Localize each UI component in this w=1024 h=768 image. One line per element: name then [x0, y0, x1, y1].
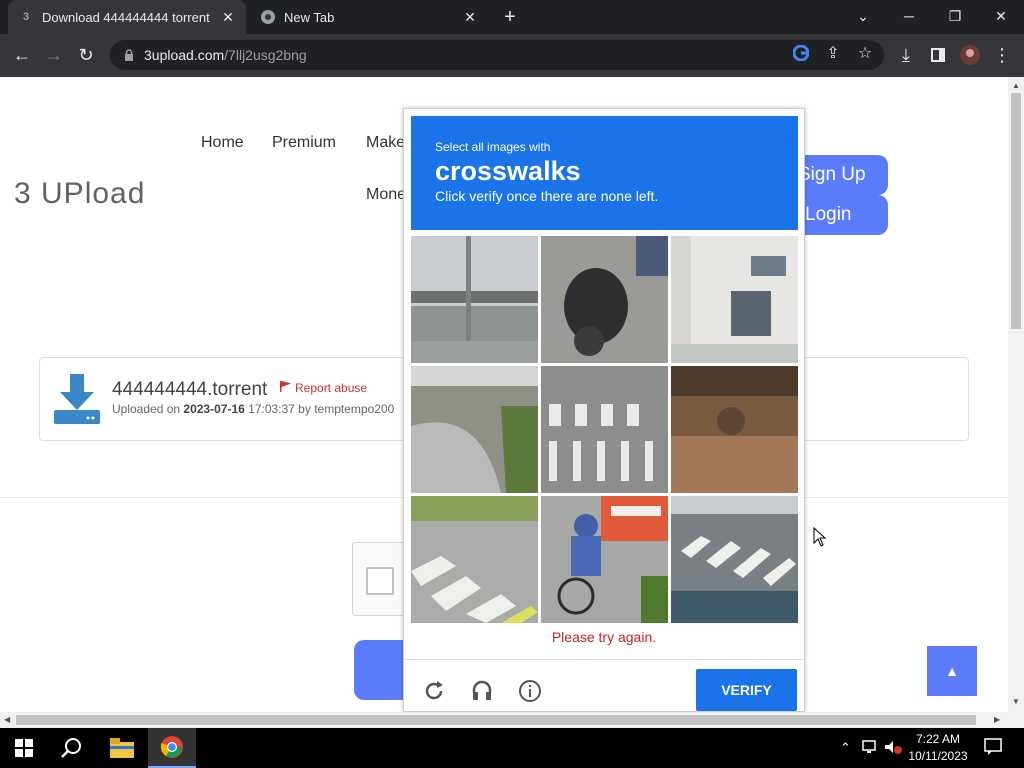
tab-title: New Tab [284, 9, 335, 25]
scroll-up-arrow-icon[interactable]: ▲ [1012, 81, 1020, 90]
horizontal-scrollbar[interactable]: ◀ ▶ [0, 712, 1024, 728]
challenge-tile-7[interactable] [411, 496, 538, 623]
info-icon[interactable] [516, 677, 544, 705]
scroll-left-arrow-icon[interactable]: ◀ [4, 715, 10, 724]
site-favicon: 3 [22, 11, 30, 23]
challenge-error: Please try again. [551, 629, 657, 645]
tab-search-icon[interactable]: ⌄ [840, 0, 886, 32]
lock-icon [122, 48, 136, 62]
challenge-tile-2[interactable] [541, 236, 668, 363]
scroll-to-top-button[interactable]: ▲ [927, 646, 977, 696]
file-name: 444444444.torrent [112, 379, 268, 400]
site-logo[interactable]: 3 UPload [14, 177, 145, 211]
recaptcha-checkbox[interactable] [366, 567, 394, 595]
reload-icon[interactable]: ↻ [72, 41, 100, 69]
windows-taskbar: ⌃ 7:22 AM 10/11/2023 [0, 728, 1024, 768]
verify-label: VERIFY [721, 682, 772, 698]
tab-download[interactable]: 3 Download 444444444 torrent ✕ [8, 0, 246, 34]
tray-chevron-icon[interactable]: ⌃ [840, 740, 851, 756]
taskbar-clock[interactable]: 7:22 AM 10/11/2023 [906, 731, 970, 765]
nav-money[interactable]: Mone [366, 186, 406, 204]
menu-kebab-icon[interactable]: ⋮ [988, 41, 1016, 69]
network-icon[interactable] [862, 740, 880, 757]
challenge-tile-9[interactable] [671, 496, 798, 623]
nav-make[interactable]: Make [366, 134, 405, 152]
notifications-icon[interactable] [984, 738, 1002, 759]
close-window-icon[interactable]: ✕ [978, 0, 1024, 32]
google-icon[interactable] [788, 40, 814, 66]
browser-tab-strip: 3 Download 444444444 torrent ✕ New Tab ✕… [0, 0, 1024, 34]
challenge-tile-4[interactable] [411, 366, 538, 493]
new-tab-button[interactable]: + [498, 5, 522, 29]
verify-button[interactable]: VERIFY [696, 669, 797, 711]
bookmark-star-icon[interactable]: ☆ [852, 40, 878, 66]
tab-new[interactable]: New Tab ✕ [250, 0, 488, 34]
challenge-tile-3[interactable] [671, 236, 798, 363]
challenge-target: crosswalks [435, 156, 581, 186]
challenge-tile-8[interactable] [541, 496, 668, 623]
download-icon[interactable]: ⤓ [892, 41, 920, 69]
challenge-header: Select all images with crosswalks Click … [411, 116, 798, 230]
chrome-taskbar-icon[interactable] [148, 728, 196, 768]
challenge-instruction: Select all images with [435, 140, 551, 154]
vertical-scrollbar[interactable]: ▲ ▼ [1008, 77, 1024, 712]
forward-icon[interactable]: → [40, 41, 68, 69]
url-text: 3upload.com/7llj2usg2bng [144, 47, 307, 63]
start-button[interactable] [0, 728, 48, 768]
upload-info: Uploaded on 2023-07-16 17:03:37 by tempt… [112, 402, 395, 416]
nav-premium[interactable]: Premium [272, 134, 336, 152]
address-bar[interactable]: 3upload.com/7llj2usg2bng [110, 40, 884, 70]
clock-time: 7:22 AM [915, 732, 961, 746]
mouse-cursor-icon [813, 526, 827, 552]
challenge-tile-6[interactable] [671, 366, 798, 493]
challenge-tile-1[interactable] [411, 236, 538, 363]
flag-icon [280, 381, 291, 395]
challenge-footer-divider [404, 659, 804, 660]
file-explorer-icon[interactable] [98, 728, 146, 768]
reload-challenge-icon[interactable] [420, 677, 448, 705]
download-file-icon [52, 374, 102, 426]
tab-title: Download 444444444 torrent [42, 9, 210, 25]
report-abuse-link[interactable]: Report abuse [280, 381, 367, 395]
back-icon[interactable]: ← [8, 41, 36, 69]
side-panel-icon[interactable] [924, 41, 952, 69]
minimize-icon[interactable]: ─ [886, 0, 932, 32]
signup-label: Sign Up [798, 164, 866, 185]
nav-home[interactable]: Home [201, 134, 244, 152]
tab-close-icon[interactable]: ✕ [462, 9, 478, 25]
restore-icon[interactable]: ❐ [932, 0, 978, 32]
clock-date: 10/11/2023 [908, 749, 968, 763]
scroll-down-arrow-icon[interactable]: ▼ [1012, 697, 1020, 706]
recaptcha-challenge: Select all images with crosswalks Click … [403, 108, 805, 712]
report-abuse-label: Report abuse [295, 381, 368, 395]
challenge-subtext: Click verify once there are none left. [435, 188, 659, 204]
audio-challenge-icon[interactable] [468, 677, 496, 705]
chrome-icon [260, 9, 276, 25]
share-icon[interactable]: ⇪ [820, 40, 846, 66]
login-label: Login [805, 204, 852, 225]
search-icon[interactable] [48, 728, 96, 768]
profile-avatar[interactable] [956, 41, 984, 69]
volume-muted-icon[interactable] [884, 740, 902, 757]
vertical-scroll-thumb[interactable] [1011, 93, 1021, 329]
horizontal-scroll-thumb[interactable] [16, 715, 976, 725]
tab-close-icon[interactable]: ✕ [220, 9, 236, 25]
challenge-tile-5[interactable] [541, 366, 668, 493]
scroll-right-arrow-icon[interactable]: ▶ [994, 715, 1000, 724]
browser-toolbar: ← → ↻ 3upload.com/7llj2usg2bng ⇪ ☆ ⤓ ⋮ [0, 34, 1024, 77]
